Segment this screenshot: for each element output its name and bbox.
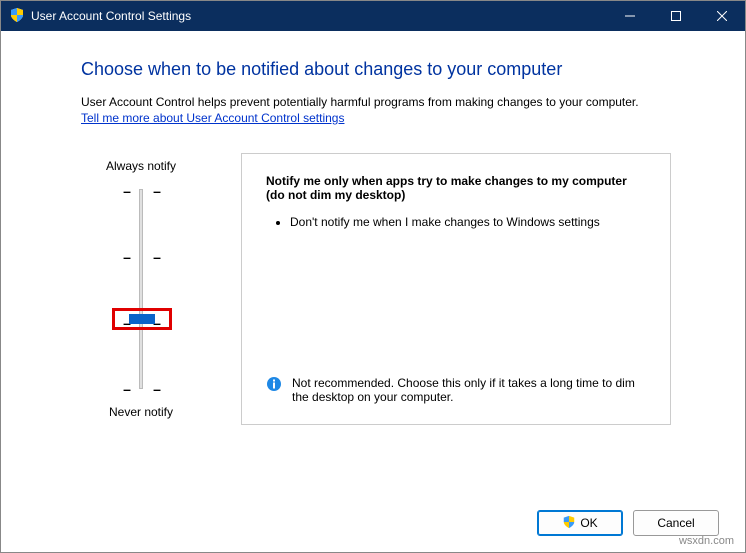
- ok-label: OK: [580, 516, 597, 530]
- slider-tick: ––: [123, 249, 161, 265]
- page-description: User Account Control helps prevent poten…: [81, 94, 705, 111]
- page-heading: Choose when to be notified about changes…: [81, 59, 705, 80]
- warning-row: Not recommended. Choose this only if it …: [266, 376, 646, 404]
- panel-bullets: Don't notify me when I make changes to W…: [266, 214, 646, 237]
- panel-title: Notify me only when apps try to make cha…: [266, 174, 646, 202]
- cancel-button[interactable]: Cancel: [633, 510, 719, 536]
- ok-button[interactable]: OK: [537, 510, 623, 536]
- maximize-button[interactable]: [653, 1, 699, 31]
- main-area: Always notify –– –– –– –– Never notify N: [81, 153, 705, 425]
- minimize-button[interactable]: [607, 1, 653, 31]
- cancel-label: Cancel: [657, 516, 694, 530]
- warning-text: Not recommended. Choose this only if it …: [292, 376, 646, 404]
- info-icon: [266, 376, 282, 395]
- slider-column: Always notify –– –– –– –– Never notify: [81, 153, 201, 425]
- watermark: wsxdn.com: [679, 535, 734, 547]
- window-title: User Account Control Settings: [31, 9, 607, 23]
- uac-shield-icon: [562, 515, 576, 532]
- slider-track[interactable]: –– –– –– ––: [139, 189, 143, 389]
- uac-window: User Account Control Settings Choose whe…: [0, 0, 746, 553]
- titlebar: User Account Control Settings: [1, 1, 745, 31]
- slider-thumb[interactable]: [129, 314, 155, 324]
- slider-highlight: [112, 308, 172, 330]
- slider-label-never: Never notify: [109, 405, 173, 419]
- slider-tick: ––: [123, 183, 161, 199]
- slider-tick: ––: [123, 381, 161, 397]
- window-controls: [607, 1, 745, 31]
- uac-shield-icon: [9, 7, 25, 26]
- info-panel: Notify me only when apps try to make cha…: [241, 153, 671, 425]
- learn-more-link[interactable]: Tell me more about User Account Control …: [81, 111, 705, 125]
- button-row: OK Cancel: [1, 494, 745, 552]
- content-area: Choose when to be notified about changes…: [1, 31, 745, 494]
- slider-label-always: Always notify: [106, 159, 176, 173]
- panel-bullet-item: Don't notify me when I make changes to W…: [290, 214, 646, 231]
- slider-track-wrap: –– –– –– ––: [139, 179, 143, 399]
- close-button[interactable]: [699, 1, 745, 31]
